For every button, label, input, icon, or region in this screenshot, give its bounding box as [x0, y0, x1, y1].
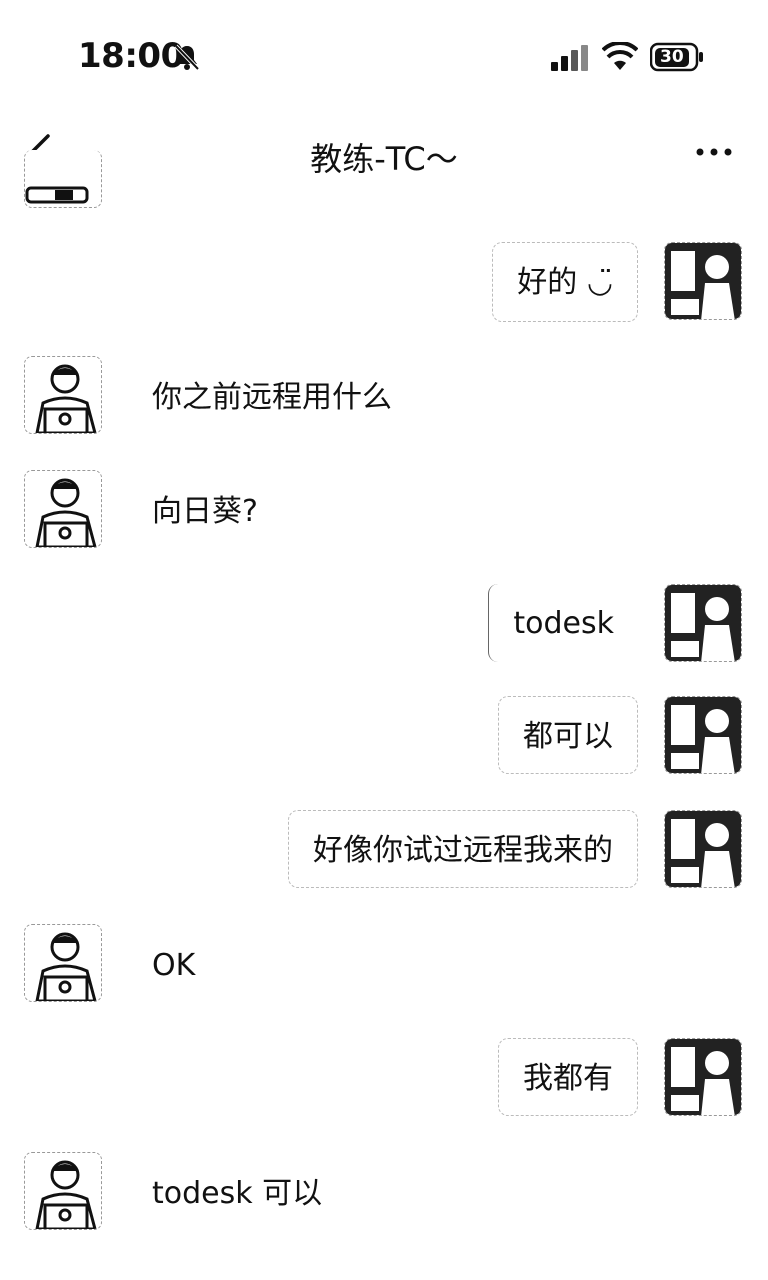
battery-level: 30 — [655, 48, 689, 67]
message-text: 你之前远程用什么 — [152, 380, 392, 415]
chat-title: 教练-TC～ — [310, 140, 458, 178]
message-text: todesk — [513, 606, 614, 641]
contact-avatar[interactable] — [24, 924, 102, 1002]
avatar-partial[interactable] — [24, 150, 102, 208]
my-avatar[interactable] — [664, 696, 742, 774]
message-text: 好的 ◡̈ — [517, 265, 613, 300]
more-icon[interactable] — [694, 132, 734, 172]
signal-icon — [551, 45, 588, 71]
message-text: 我都有 — [523, 1061, 613, 1096]
message-bubble-mine[interactable]: todesk — [488, 584, 638, 662]
message-bubble-contact[interactable]: 向日葵? — [128, 472, 282, 548]
battery-icon: 30 — [650, 42, 704, 72]
contact-avatar[interactable] — [24, 1152, 102, 1230]
status-time: 18:00 — [78, 36, 184, 76]
contact-avatar[interactable] — [24, 470, 102, 548]
message-text: 好像你试过远程我来的 — [313, 833, 613, 868]
message-bubble-contact[interactable]: todesk 可以 — [128, 1154, 347, 1230]
wifi-icon — [602, 42, 638, 70]
message-text: OK — [152, 948, 196, 983]
message-bubble-mine[interactable]: 好的 ◡̈ — [492, 242, 638, 322]
status-bar: 18:00 30 — [0, 0, 768, 110]
my-avatar[interactable] — [664, 810, 742, 888]
contact-avatar[interactable] — [24, 356, 102, 434]
message-text: 都可以 — [523, 719, 613, 754]
chat-header: 教练-TC～ — [0, 110, 768, 190]
message-text: todesk 可以 — [152, 1176, 323, 1211]
message-bubble-mine[interactable]: 我都有 — [498, 1038, 638, 1116]
message-bubble-mine[interactable]: 都可以 — [498, 696, 638, 774]
bell-mute-icon — [174, 44, 200, 71]
my-avatar[interactable] — [664, 1038, 742, 1116]
message-bubble-contact[interactable]: OK — [128, 926, 220, 1002]
my-avatar[interactable] — [664, 242, 742, 320]
message-bubble-mine[interactable]: 好像你试过远程我来的 — [288, 810, 638, 888]
message-bubble-contact[interactable]: 你之前远程用什么 — [128, 358, 416, 434]
my-avatar[interactable] — [664, 584, 742, 662]
message-text: 向日葵? — [152, 494, 258, 529]
